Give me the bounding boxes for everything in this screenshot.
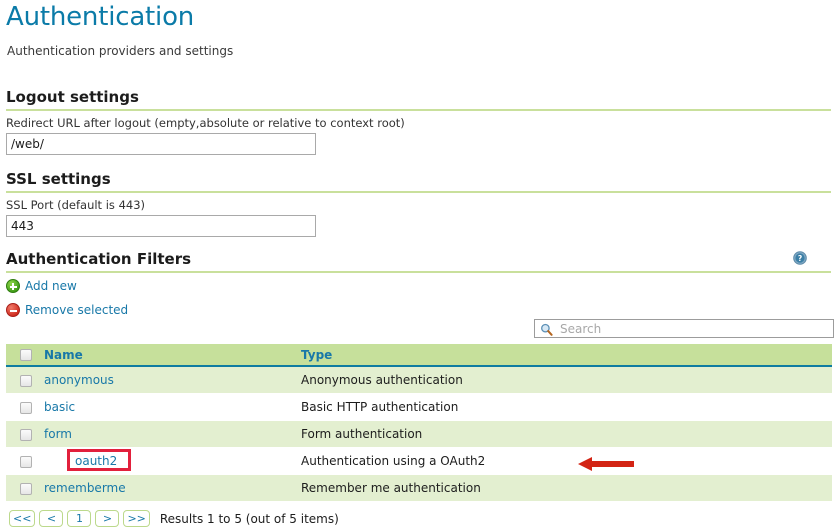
row-type-cell: Form authentication <box>301 421 832 448</box>
ssl-settings-section: SSL settings SSL Port (default is 443) <box>6 170 831 237</box>
row-checkbox[interactable] <box>20 402 32 414</box>
table-row: basic Basic HTTP authentication <box>6 394 832 421</box>
magnifier-icon <box>540 323 553 336</box>
table-row: form Form authentication <box>6 421 832 448</box>
search-input[interactable] <box>558 320 832 339</box>
row-type-cell: Basic HTTP authentication <box>301 394 832 421</box>
filter-link-form[interactable]: form <box>44 427 72 441</box>
page-subtitle: Authentication providers and settings <box>7 44 233 59</box>
row-type-cell: Remember me authentication <box>301 475 832 502</box>
logout-settings-section: Logout settings Redirect URL after logou… <box>6 88 831 155</box>
authentication-filters-heading: Authentication Filters <box>6 250 831 273</box>
row-name-cell: rememberme <box>44 475 301 502</box>
row-type-cell: Anonymous authentication <box>301 366 832 394</box>
pagination-next-button[interactable]: > <box>95 510 119 527</box>
select-all-header <box>6 344 44 366</box>
column-header-name[interactable]: Name <box>44 344 301 366</box>
red-left-arrow-icon <box>578 456 634 472</box>
row-select-cell <box>6 421 44 448</box>
question-mark-circle-icon[interactable]: ? <box>793 251 807 265</box>
column-header-type[interactable]: Type <box>301 344 832 366</box>
ssl-settings-heading: SSL settings <box>6 170 831 193</box>
ssl-port-label: SSL Port (default is 443) <box>6 198 831 212</box>
filter-link-basic[interactable]: basic <box>44 400 75 414</box>
row-checkbox[interactable] <box>20 483 32 495</box>
table-row: anonymous Anonymous authentication <box>6 366 832 394</box>
redirect-url-label: Redirect URL after logout (empty,absolut… <box>6 116 831 130</box>
row-checkbox[interactable] <box>20 429 32 441</box>
authentication-page: Authentication Authentication providers … <box>0 0 837 531</box>
pagination-results-text: Results 1 to 5 (out of 5 items) <box>160 512 339 526</box>
row-type-cell: Authentication using a OAuth2 <box>301 448 832 475</box>
pagination-page-1-button[interactable]: 1 <box>67 510 91 527</box>
red-minus-circle-icon <box>6 303 20 321</box>
add-new-label: Add new <box>25 279 77 293</box>
authentication-filters-table: Name Type anonymous Anonymous authentica… <box>6 344 832 502</box>
pagination-prev-button[interactable]: < <box>39 510 63 527</box>
filter-link-oauth2[interactable]: oauth2 <box>75 454 117 468</box>
filter-link-rememberme[interactable]: rememberme <box>44 481 126 495</box>
redirect-url-input[interactable] <box>6 133 316 155</box>
green-plus-circle-icon <box>6 279 20 297</box>
svg-text:?: ? <box>798 254 802 263</box>
authentication-filters-section: Authentication Filters ? Add new Remove … <box>6 250 831 321</box>
oauth2-highlight-box: oauth2 <box>67 449 131 471</box>
row-select-cell <box>6 394 44 421</box>
row-select-cell <box>6 475 44 502</box>
row-name-cell-highlighted: oauth2 <box>44 448 301 475</box>
table-row: rememberme Remember me authentication <box>6 475 832 502</box>
row-checkbox[interactable] <box>20 375 32 387</box>
pagination-first-button[interactable]: << <box>9 510 35 527</box>
add-new-link[interactable]: Add new <box>6 279 831 297</box>
row-select-cell <box>6 448 44 475</box>
logout-settings-heading: Logout settings <box>6 88 831 111</box>
filter-link-anonymous[interactable]: anonymous <box>44 373 114 387</box>
row-checkbox[interactable] <box>20 456 32 468</box>
page-title: Authentication <box>6 1 194 33</box>
pagination-last-button[interactable]: >> <box>123 510 149 527</box>
ssl-port-input[interactable] <box>6 215 316 237</box>
pagination: << < 1 > >> Results 1 to 5 (out of 5 ite… <box>9 509 339 528</box>
table-row: oauth2 Authentication using a OAuth2 <box>6 448 832 475</box>
remove-selected-label: Remove selected <box>25 303 128 317</box>
table-body: anonymous Anonymous authentication basic… <box>6 366 832 502</box>
row-name-cell: anonymous <box>44 366 301 394</box>
table-header-row: Name Type <box>6 344 832 366</box>
select-all-checkbox[interactable] <box>20 349 32 361</box>
search-box[interactable] <box>534 319 834 338</box>
row-name-cell: basic <box>44 394 301 421</box>
row-name-cell: form <box>44 421 301 448</box>
row-select-cell <box>6 366 44 394</box>
